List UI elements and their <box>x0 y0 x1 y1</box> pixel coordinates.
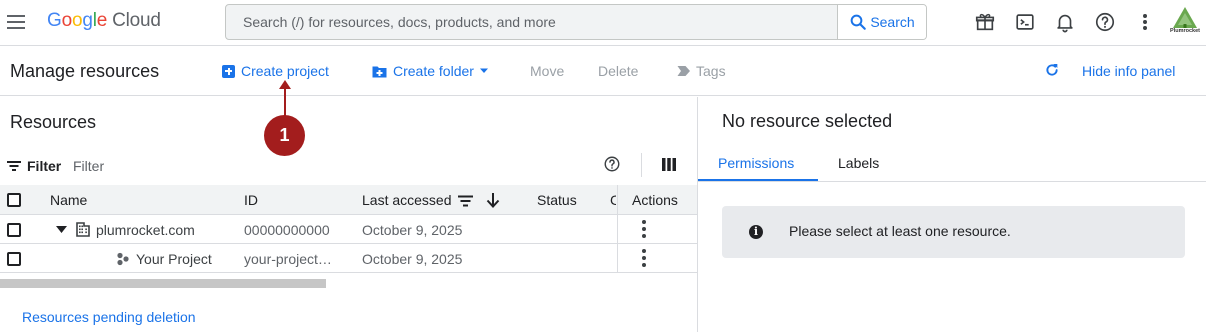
refresh-icon <box>1046 64 1058 76</box>
column-header-last-accessed[interactable]: Last accessed <box>362 192 452 208</box>
actions-separator <box>617 215 618 244</box>
hide-info-panel-label: Hide info panel <box>1082 63 1176 79</box>
table-header-row: Name ID Last accessed Status C Actions <box>0 185 697 215</box>
search-icon <box>850 14 867 30</box>
actions-separator <box>617 244 618 273</box>
filter-label: Filter <box>27 158 62 174</box>
page-title: Manage resources <box>10 61 160 81</box>
search-button[interactable]: Search <box>837 5 926 39</box>
create-folder-label: Create folder <box>393 63 474 79</box>
tag-icon <box>677 66 690 76</box>
logo-letter: o <box>71 10 83 31</box>
info-panel-title: No resource selected <box>722 111 893 131</box>
column-display-icon[interactable] <box>662 158 676 171</box>
actions-separator <box>617 185 618 215</box>
cloud-shell-icon[interactable] <box>1012 9 1038 35</box>
bell-icon[interactable] <box>1052 9 1078 35</box>
resources-title: Resources <box>10 112 97 132</box>
resources-panel: Resources Filter Name ID Last accessed S… <box>0 97 697 332</box>
create-project-label: Create project <box>241 63 329 79</box>
organization-icon <box>76 222 90 237</box>
create-folder-button[interactable]: Create folder <box>372 63 489 79</box>
filter-icon[interactable] <box>7 160 21 172</box>
callout-arrow-icon <box>279 80 291 116</box>
arrow-down-icon[interactable] <box>486 192 500 208</box>
row-last-accessed: October 9, 2025 <box>362 251 463 267</box>
row-name[interactable]: plumrocket.com <box>96 222 195 238</box>
filter-bar: Filter <box>0 151 697 185</box>
menu-icon[interactable] <box>5 11 27 33</box>
chevron-down-icon <box>479 68 488 73</box>
help-icon[interactable] <box>1092 9 1118 35</box>
logo-letter: g <box>82 10 93 31</box>
active-tab-indicator <box>698 179 818 181</box>
avatar[interactable]: Plumrocket <box>1170 6 1200 38</box>
search-bar: Search <box>225 4 927 40</box>
search-input[interactable] <box>226 5 837 39</box>
delete-button[interactable]: Delete <box>598 63 638 79</box>
search-button-label: Search <box>870 14 915 30</box>
select-all-checkbox[interactable] <box>7 193 21 207</box>
horizontal-scrollbar[interactable] <box>0 279 326 288</box>
row-actions-menu-icon[interactable] <box>640 220 648 238</box>
filter-separator <box>641 153 642 177</box>
row-actions-menu-icon[interactable] <box>640 249 648 267</box>
info-panel: No resource selected Permissions Labels … <box>698 97 1206 332</box>
resources-pending-deletion-link[interactable]: Resources pending deletion <box>22 309 196 325</box>
column-header-actions: Actions <box>632 192 678 208</box>
add-box-icon <box>222 64 235 78</box>
table-row[interactable]: Your Project your-project… October 9, 20… <box>0 244 697 273</box>
row-checkbox[interactable] <box>7 223 21 237</box>
row-id: 00000000000 <box>244 222 330 238</box>
row-checkbox[interactable] <box>7 252 21 266</box>
sort-list-icon[interactable] <box>458 195 473 207</box>
table-row[interactable]: plumrocket.com 00000000000 October 9, 20… <box>0 215 697 244</box>
collapse-arrow-icon[interactable] <box>56 226 67 233</box>
column-header-id[interactable]: ID <box>244 192 258 208</box>
tabs-divider <box>698 181 1206 182</box>
help-icon[interactable] <box>603 155 621 173</box>
tags-button[interactable]: Tags <box>677 63 726 79</box>
tab-permissions[interactable]: Permissions <box>718 155 794 171</box>
move-label: Move <box>530 63 565 79</box>
create-project-button[interactable]: Create project <box>222 63 329 79</box>
move-button[interactable]: Move <box>530 63 564 79</box>
top-bar: GoogleCloud Search Plumrocket <box>0 0 1206 46</box>
create-folder-icon <box>372 66 387 77</box>
row-last-accessed: October 9, 2025 <box>362 222 463 238</box>
info-message: Please select at least one resource. <box>789 223 1011 239</box>
avatar-label: Plumrocket <box>1170 28 1200 34</box>
step-callout-badge: 1 <box>264 115 305 156</box>
tags-label: Tags <box>696 63 726 79</box>
google-cloud-logo[interactable]: Google Cloud <box>47 10 161 32</box>
row-name[interactable]: Your Project <box>136 251 212 267</box>
column-header-status[interactable]: Status <box>537 192 577 208</box>
info-message-box: i Please select at least one resource. <box>722 206 1185 258</box>
more-vert-icon[interactable] <box>1132 9 1158 35</box>
logo-letter: G <box>47 10 62 31</box>
logo-letter: o <box>61 10 73 31</box>
filter-input[interactable] <box>73 154 473 178</box>
row-id: your-project… <box>244 251 332 267</box>
info-icon: i <box>749 225 763 239</box>
refresh-button[interactable] <box>1044 62 1060 78</box>
delete-label: Delete <box>598 63 639 79</box>
logo-letter: e <box>96 10 108 31</box>
project-icon <box>117 252 129 266</box>
gift-icon[interactable] <box>972 9 998 35</box>
action-toolbar: Manage resources Create project Create f… <box>0 47 1206 96</box>
column-header-name[interactable]: Name <box>50 192 87 208</box>
logo-suffix: Cloud <box>112 10 161 31</box>
hide-info-panel-button[interactable]: Hide info panel <box>1082 63 1175 79</box>
tab-labels[interactable]: Labels <box>838 155 879 171</box>
column-header-c[interactable]: C <box>610 192 616 208</box>
